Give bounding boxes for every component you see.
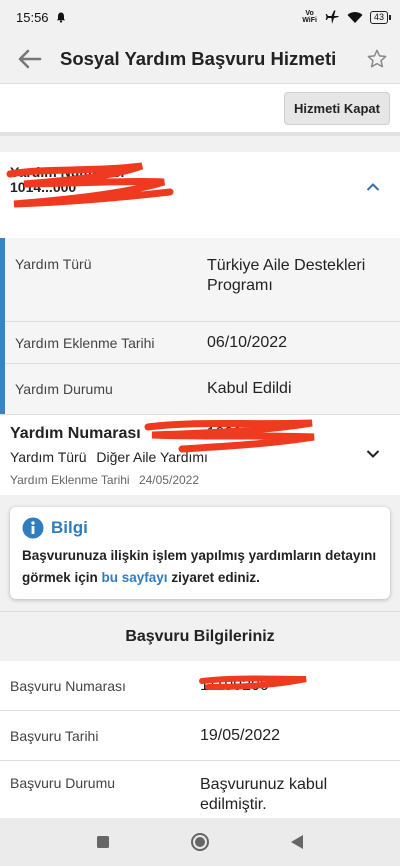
spacer [0,136,400,152]
detail-value: Türkiye Aile Destekleri Programı [207,257,366,294]
arrow-left-icon [18,49,42,68]
info-page-link[interactable]: bu sayfayı [102,570,168,585]
application-row-number: Başvuru Numarası 11199200 [0,661,400,711]
page-title: Sosyal Yardım Başvuru Hizmeti [60,47,337,69]
application-value: 11199200 [200,676,269,694]
aid-collapsed-card[interactable]: Yardım Numarası ...1033 Yardım Türü Diğe… [0,414,400,495]
favorite-button[interactable] [364,46,390,72]
recents-button[interactable] [96,835,110,849]
application-label: Başvuru Tarihi [10,727,99,744]
detail-value: Kabul Edildi [207,380,292,397]
detail-row-aid-type: Yardım Türü Türkiye Aile Destekleri Prog… [5,238,400,322]
star-icon [367,49,387,67]
aid-date-value: 24/05/2022 [138,473,200,487]
wifi-icon [347,11,363,23]
application-row-date: Başvuru Tarihi 19/05/2022 [0,711,400,761]
aid-expanded-details: Yardım Türü Türkiye Aile Destekleri Prog… [0,238,400,414]
aid-number-value: ...1033 [193,425,243,442]
back-nav-button[interactable] [290,834,304,850]
app-bar: Sosyal Yardım Başvuru Hizmeti [0,34,400,84]
info-text: Başvurunuza ilişkin işlem yapılmış yardı… [22,548,377,585]
application-value: 19/05/2022 [200,726,281,744]
aid-number-value: 1014...000 [10,179,77,195]
home-button[interactable] [190,832,210,852]
aid-type-label: Yardım Türü [10,449,87,465]
close-service-button[interactable]: Hizmeti Kapat [284,91,390,125]
detail-row-aid-date: Yardım Eklenme Tarihi 06/10/2022 [5,322,400,364]
detail-row-aid-status: Yardım Durumu Kabul Edildi [5,364,400,414]
info-icon [22,517,44,539]
detail-label: Yardım Durumu [15,381,113,397]
status-time: 15:56 [16,9,49,25]
application-label: Başvuru Numarası [10,677,126,694]
aid-expanded-header[interactable]: Yardım Numarası 1014...000 [0,152,400,238]
aid-number-label: Yardım Numarası [10,425,141,442]
aid-type-value: Diğer Aile Yardımı [96,449,208,465]
aid-date-label: Yardım Eklenme Tarihi [10,473,130,487]
alarm-icon [56,12,65,23]
application-section-title: Başvuru Bilgileriniz [0,611,400,661]
aid-number-label: Yardım Numarası [10,164,125,180]
chevron-up-icon[interactable] [366,182,380,192]
battery-icon: 43 [369,10,392,24]
info-wrapper: Bilgi Başvurunuza ilişkin işlem yapılmış… [0,495,400,611]
detail-label: Yardım Türü [15,256,92,272]
detail-value: 06/10/2022 [207,333,288,351]
status-bar: 15:56 Vo WiFi 43 [0,0,400,34]
chevron-down-icon[interactable] [366,449,380,459]
system-nav-bar [0,818,400,866]
info-box: Bilgi Başvurunuza ilişkin işlem yapılmış… [10,507,390,599]
action-row: Hizmeti Kapat [0,84,400,136]
back-button[interactable] [16,45,44,73]
vowifi-icon: Vo WiFi [302,10,317,24]
info-title: Bilgi [51,518,88,537]
airplane-mode-icon [325,10,339,24]
detail-label: Yardım Eklenme Tarihi [15,334,155,351]
